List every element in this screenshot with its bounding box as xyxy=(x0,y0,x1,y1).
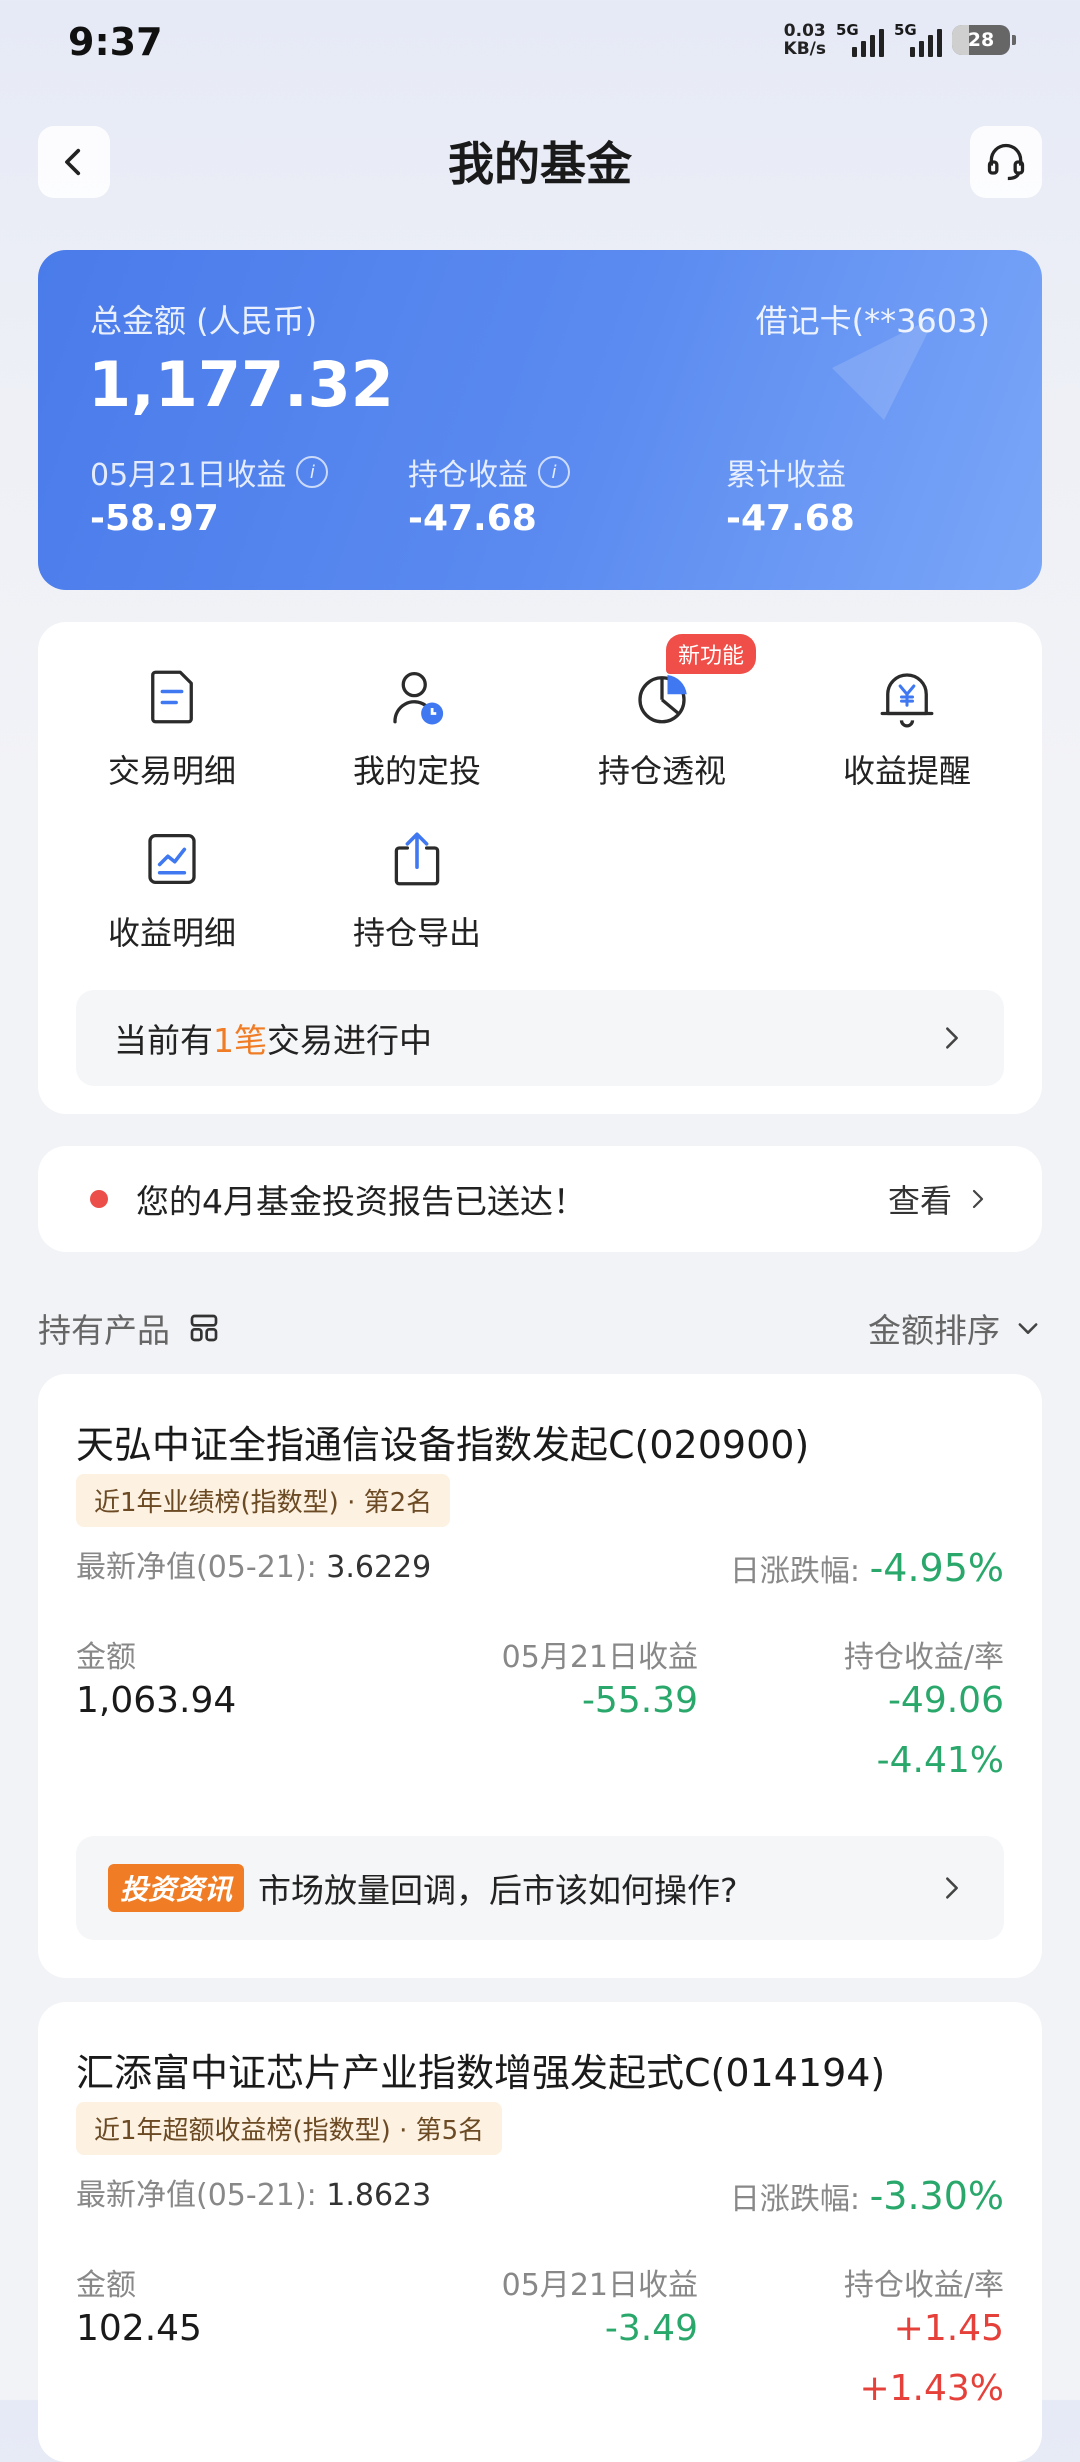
chevron-right-icon xyxy=(946,1027,958,1049)
battery-icon: 28 xyxy=(952,25,1016,55)
nav-value: 最新净值(05-21): 1.8623 xyxy=(76,2178,432,2213)
fund-name: 汇添富中证芯片产业指数增强发起式C(014194) xyxy=(76,2051,886,2095)
holding-income-rate: -4.41% xyxy=(876,1740,1004,1781)
info-icon[interactable]: i xyxy=(538,456,570,488)
transaction-detail-item[interactable]: 交易明细 xyxy=(72,664,272,792)
pending-transaction-bar[interactable]: 当前有 1笔 交易进行中 xyxy=(76,990,1004,1086)
cumulative-income-stat: 累计收益 -47.68 xyxy=(726,458,855,539)
report-notice[interactable]: 您的4月基金投资报告已送达！ 查看 xyxy=(38,1146,1042,1252)
amount-label: 金额 xyxy=(76,1640,136,1675)
headset-icon xyxy=(987,143,1025,181)
grid-view-icon[interactable] xyxy=(188,1312,220,1344)
amount-value: 1,063.94 xyxy=(76,1680,237,1721)
status-time: 9:37 xyxy=(68,20,163,64)
holding-insight-item[interactable]: 持仓透视 xyxy=(562,664,762,792)
news-tag: 投资资讯 xyxy=(108,1864,245,1912)
daily-income-value: -55.39 xyxy=(581,1680,698,1721)
info-icon[interactable]: i xyxy=(296,456,329,488)
fund-card[interactable]: 天弘中证全指通信设备指数发起C(020900) 近1年业绩榜(指数型) · 第2… xyxy=(38,1374,1042,1978)
signal-icon-sim2: 5G xyxy=(894,21,942,57)
customer-service-button[interactable] xyxy=(970,126,1042,198)
bank-card-label[interactable]: 借记卡(**3603) xyxy=(756,296,990,342)
fund-name: 天弘中证全指通信设备指数发起C(020900) xyxy=(76,1423,810,1467)
page-title: 我的基金 xyxy=(448,137,632,191)
export-icon xyxy=(394,832,440,886)
rank-badge[interactable]: 近1年业绩榜(指数型) · 第2名 xyxy=(76,1474,451,1527)
function-card: 交易明细 我的定投 持仓透视 新功能 收益提醒 收益明细 持仓导出 当前有 1笔… xyxy=(38,622,1042,1114)
income-alert-item[interactable]: 收益提醒 xyxy=(807,664,1007,792)
daily-income-label: 05月21日收益 xyxy=(501,1640,698,1675)
daily-income-stat: 05月21日收益 i -58.97 xyxy=(90,450,329,539)
holding-income-stat: 持仓收益 i -47.68 xyxy=(408,450,570,539)
holdings-header: 持有产品 xyxy=(38,1304,220,1352)
trend-chart-icon xyxy=(148,833,196,885)
daily-income-value: -3.49 xyxy=(604,2308,698,2349)
daily-change: 日涨跌幅: -4.95% xyxy=(729,1546,1004,1590)
chevron-down-icon xyxy=(1018,1323,1038,1334)
net-speed: 0.03 KB/s xyxy=(783,21,826,59)
daily-change: 日涨跌幅: -3.30% xyxy=(729,2174,1004,2218)
asset-summary-card: 总金额 (人民币) 借记卡(**3603) 1,177.32 05月21日收益 i… xyxy=(38,250,1042,590)
holding-income-value: -49.06 xyxy=(887,1680,1004,1721)
total-amount: 1,177.32 xyxy=(88,348,394,421)
sort-dropdown[interactable]: 金额排序 xyxy=(868,1304,1042,1352)
document-icon xyxy=(151,670,193,724)
income-detail-item[interactable]: 收益明细 xyxy=(72,826,272,954)
holding-income-label: 持仓收益/率 xyxy=(843,2268,1004,2303)
holding-income-value: +1.45 xyxy=(893,2308,1004,2349)
daily-income-label: 05月21日收益 xyxy=(501,2268,698,2303)
fund-card[interactable]: 汇添富中证芯片产业指数增强发起式C(014194) 近1年超额收益榜(指数型) … xyxy=(38,2002,1042,2462)
status-icons: 0.03 KB/s 5G 5G 28 xyxy=(783,21,1016,59)
user-clock-icon xyxy=(393,671,444,725)
holding-export-item[interactable]: 持仓导出 xyxy=(317,826,517,954)
holding-income-rate: +1.43% xyxy=(859,2368,1004,2409)
fund-news-bar[interactable]: 投资资讯 市场放量回调，后市该如何操作? xyxy=(76,1836,1004,1940)
amount-label: 金额 xyxy=(76,2268,136,2303)
amount-value: 102.45 xyxy=(76,2308,202,2349)
chevron-right-icon xyxy=(946,1877,958,1899)
rank-badge[interactable]: 近1年超额收益榜(指数型) · 第5名 xyxy=(76,2102,503,2155)
new-feature-badge: 新功能 xyxy=(666,634,757,674)
view-report-link[interactable]: 查看 xyxy=(888,1176,990,1222)
red-dot-icon xyxy=(90,1190,108,1208)
nav-value: 最新净值(05-21): 3.6229 xyxy=(76,1550,432,1585)
bell-yen-icon xyxy=(880,673,934,728)
total-label: 总金额 (人民币) xyxy=(90,302,318,340)
holding-income-label: 持仓收益/率 xyxy=(843,1640,1004,1675)
chevron-right-icon xyxy=(972,1189,984,1209)
signal-icon-sim1: 5G xyxy=(836,21,884,57)
my-auto-invest-item[interactable]: 我的定投 xyxy=(317,664,517,792)
